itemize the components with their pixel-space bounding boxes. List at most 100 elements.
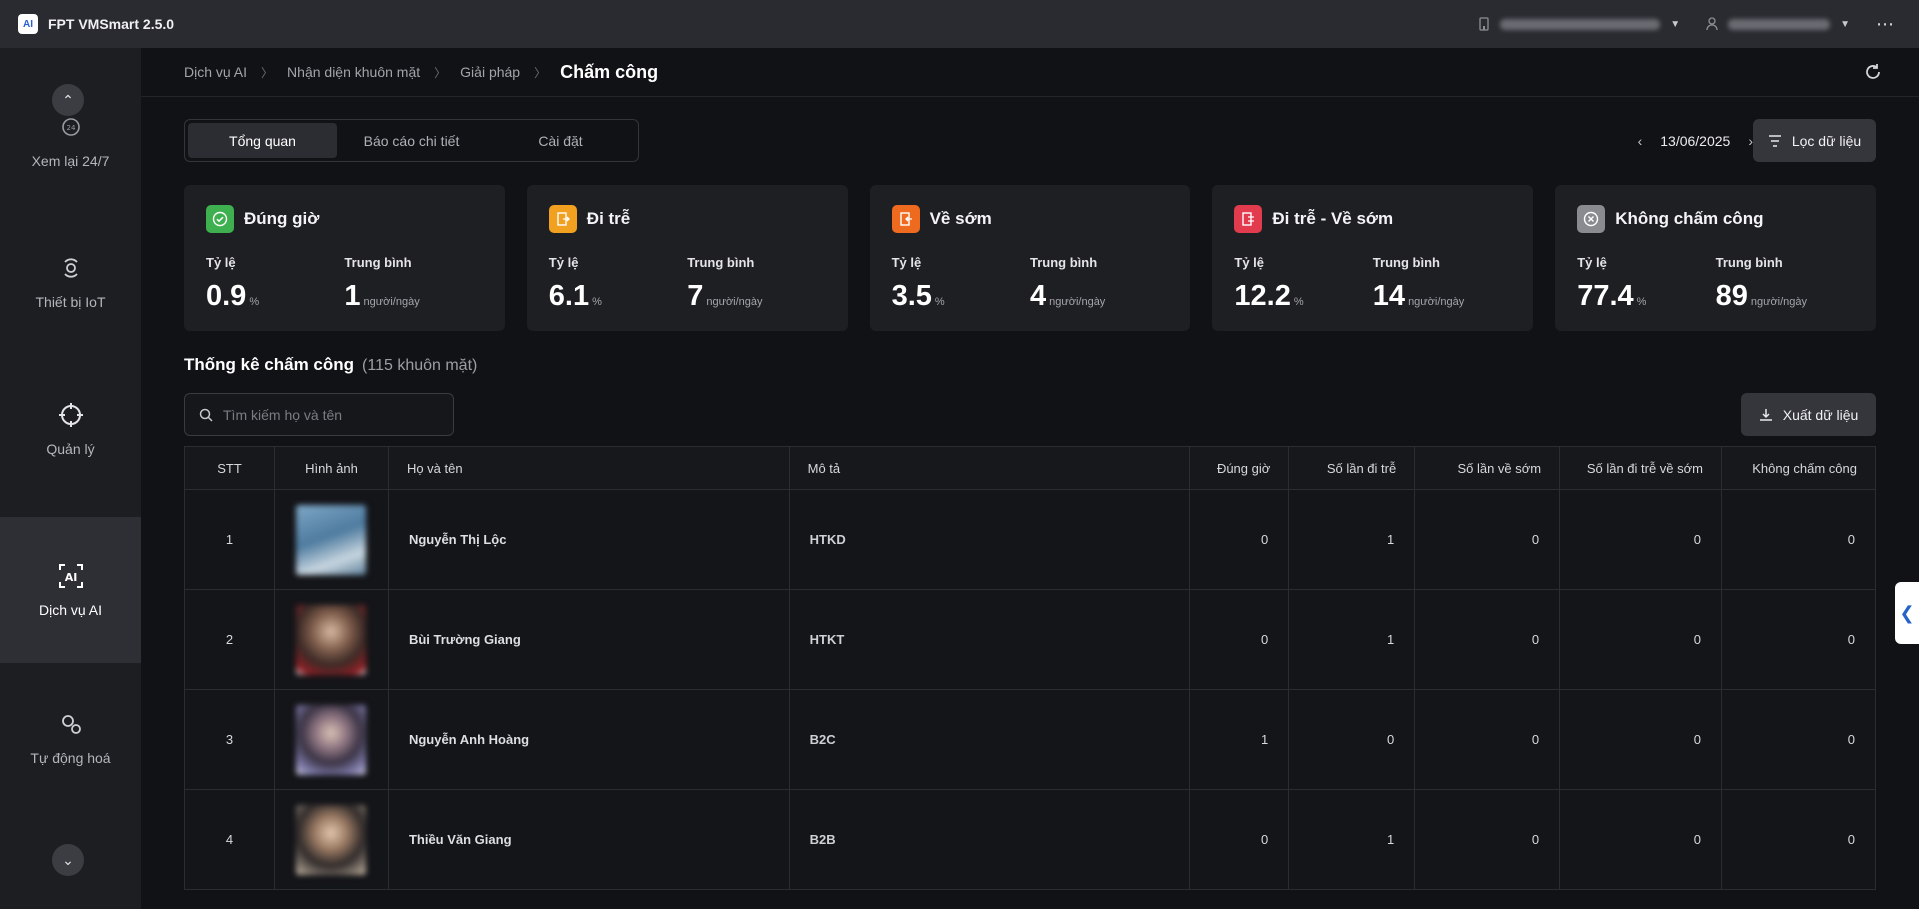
- early-door-icon: [891, 205, 920, 233]
- date-navigator: ‹ 13/06/2025 ›: [1638, 119, 1753, 162]
- breadcrumb-item[interactable]: Giải pháp: [460, 64, 520, 80]
- sidebar-item-label: Quản lý: [46, 441, 95, 457]
- cell-stt: 2: [184, 589, 275, 690]
- column-header[interactable]: Không chấm công: [1721, 446, 1876, 490]
- location-selector[interactable]: ■■■■■ ■■■ ■■■■■■ ■■■ ▼: [1478, 17, 1680, 31]
- sidebar-item-label: Dịch vụ AI: [38, 602, 103, 618]
- tab-overview[interactable]: Tổng quan: [188, 123, 337, 158]
- export-data-label: Xuất dữ liệu: [1782, 406, 1859, 423]
- cell-late-early: 0: [1559, 689, 1722, 790]
- cell-on-time: 0: [1189, 489, 1290, 590]
- cell-name: Thiều Văn Giang: [387, 789, 790, 890]
- sidebar-item-label: Thiết bị IoT: [35, 294, 106, 310]
- rate-unit: %: [1293, 296, 1304, 308]
- column-header[interactable]: Số lần đi trễ: [1288, 446, 1416, 490]
- rate-unit: %: [249, 296, 260, 308]
- average-label: Trung bình: [344, 255, 412, 270]
- refresh-icon[interactable]: [1863, 62, 1883, 82]
- breadcrumb-item[interactable]: Nhận diện khuôn mặt: [287, 64, 420, 80]
- late-door-icon: [548, 205, 577, 233]
- app-logo-icon: AI: [18, 14, 38, 34]
- rate-value: 0.9: [206, 280, 247, 312]
- cell-image: [273, 789, 389, 890]
- search-icon: [199, 408, 213, 422]
- rate-label: Tỷ lệ: [1577, 255, 1607, 270]
- cell-description: B2B: [788, 789, 1191, 890]
- cell-name: Nguyễn Thị Lộc: [387, 489, 790, 590]
- chevron-down-icon: ⌄: [62, 851, 74, 868]
- download-icon: [1759, 408, 1772, 421]
- user-menu[interactable]: ■■■■ ■■■ ■■■ ▼: [1706, 17, 1850, 31]
- crosshair-icon: [57, 401, 85, 429]
- search-box: [184, 393, 454, 436]
- cell-late: 0: [1288, 689, 1416, 790]
- late-early-door-icon: [1234, 205, 1263, 233]
- cell-early: 0: [1414, 589, 1561, 690]
- search-input[interactable]: [223, 406, 433, 423]
- stat-card-late: Đi trễ Tỷ lệ 6.1% Trung bình 7 người/ngày: [526, 185, 848, 331]
- section-title-text: Thống kê chấm công: [184, 355, 355, 374]
- export-data-button[interactable]: Xuất dữ liệu: [1741, 393, 1876, 436]
- cell-late: 1: [1288, 489, 1416, 590]
- chevron-down-icon: ▼: [1840, 18, 1850, 30]
- card-title: Đúng giờ: [244, 209, 320, 228]
- app-title: FPT VMSmart 2.5.0: [48, 16, 175, 32]
- breadcrumb-item[interactable]: Dịch vụ AI: [184, 64, 247, 80]
- column-header[interactable]: Họ và tên: [387, 446, 790, 490]
- sidebar-scroll-down-button[interactable]: ⌄: [52, 844, 84, 876]
- table-row[interactable]: 4 Thiều Văn Giang B2B 0 1 0 0 0: [184, 789, 1876, 890]
- rate-value: 6.1: [548, 280, 590, 312]
- sidebar: ⌃ 24 Xem lại 24/7 Thiết bị IoT Quản lý A…: [0, 48, 141, 909]
- more-options-icon[interactable]: ⋯: [1876, 14, 1895, 35]
- sidebar-item-playback[interactable]: 24 Xem lại 24/7: [0, 68, 141, 214]
- chevron-down-icon: ▼: [1670, 18, 1681, 30]
- iot-icon: [57, 254, 85, 282]
- column-header[interactable]: Hình ảnh: [273, 446, 389, 490]
- cell-image: [273, 589, 389, 690]
- chevron-right-icon: 〉: [434, 65, 447, 80]
- sidebar-item-ai-service[interactable]: AI Dịch vụ AI: [0, 517, 141, 663]
- table-row[interactable]: 3 Nguyễn Anh Hoàng B2C 1 0 0 0 0: [184, 689, 1876, 790]
- cell-stt: 1: [184, 489, 275, 590]
- avatar: [296, 504, 367, 575]
- sidebar-item-automation[interactable]: Tự động hoá: [0, 665, 141, 811]
- average-value: 89: [1715, 280, 1748, 312]
- column-header[interactable]: STT: [184, 446, 275, 490]
- column-header[interactable]: Số lần về sớm: [1414, 446, 1561, 490]
- cell-absent: 0: [1721, 689, 1876, 790]
- column-header[interactable]: Số lần đi trễ về sớm: [1559, 446, 1722, 490]
- cell-late: 1: [1288, 789, 1416, 890]
- rate-unit: %: [934, 296, 945, 308]
- card-title: Đi trễ: [586, 209, 631, 228]
- cell-stt: 4: [184, 789, 275, 890]
- card-title: Về sớm: [929, 209, 992, 228]
- cell-on-time: 1: [1189, 689, 1290, 790]
- rate-value: 77.4: [1577, 280, 1634, 312]
- avatar: [296, 704, 367, 775]
- rate-label: Tỷ lệ: [891, 255, 922, 270]
- cell-early: 0: [1414, 789, 1561, 890]
- sidebar-item-iot[interactable]: Thiết bị IoT: [0, 209, 141, 355]
- table-row[interactable]: 2 Bùi Trường Giang HTKT 0 1 0 0 0: [184, 589, 1876, 690]
- column-header[interactable]: Đúng giờ: [1189, 446, 1290, 490]
- sidebar-item-management[interactable]: Quản lý: [0, 356, 141, 502]
- rate-label: Tỷ lệ: [548, 255, 579, 270]
- prev-date-button[interactable]: ‹: [1638, 133, 1643, 149]
- rate-label: Tỷ lệ: [1234, 255, 1265, 270]
- tab-settings[interactable]: Cài đặt: [486, 123, 635, 158]
- filter-data-button[interactable]: Lọc dữ liệu: [1753, 119, 1876, 162]
- gears-icon: [57, 710, 85, 738]
- history-icon: 24: [57, 113, 85, 141]
- table-row[interactable]: 1 Nguyễn Thị Lộc HTKD 0 1 0 0 0: [184, 489, 1876, 590]
- column-header[interactable]: Mô tả: [788, 446, 1191, 490]
- face-count: (115 khuôn mặt): [362, 357, 478, 374]
- average-value: 1: [344, 280, 361, 312]
- avatar: [296, 804, 367, 875]
- average-label: Trung bình: [1715, 255, 1783, 270]
- chevron-right-icon: 〉: [534, 65, 547, 80]
- top-bar: AI FPT VMSmart 2.5.0 ■■■■■ ■■■ ■■■■■■ ■■…: [0, 0, 1919, 48]
- tab-detail-report[interactable]: Báo cáo chi tiết: [337, 123, 486, 158]
- side-panel-toggle[interactable]: ❮: [1895, 582, 1919, 644]
- current-date[interactable]: 13/06/2025: [1660, 133, 1730, 149]
- svg-text:24: 24: [66, 124, 75, 132]
